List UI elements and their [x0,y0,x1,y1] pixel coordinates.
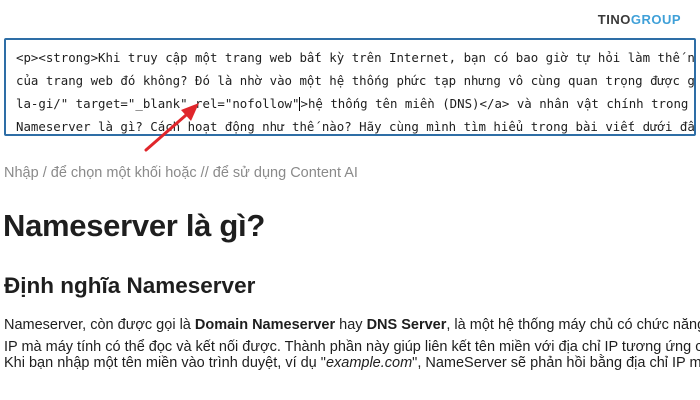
code-content[interactable]: <p><strong>Khi truy cập một trang web bấ… [16,46,696,134]
paragraph-example[interactable]: Khi bạn nhập một tên miền vào trình duyệ… [4,352,700,374]
code-line-1: <p><strong>Khi truy cập một trang web bấ… [16,50,696,65]
text-run: hay [335,317,367,333]
code-line-2: của trang web đó không? Đó là nhờ vào mộ… [16,73,696,88]
logo-accent-text: GROUP [630,12,681,27]
text-run: , là một hệ thống máy chủ có chức năng c… [446,317,700,333]
heading-nameserver[interactable]: Nameserver là gì? [3,208,265,244]
code-line-4: Nameserver là gì? Cách hoạt động như thế… [16,119,696,134]
code-line-3-before-caret: la-gi/" target="_blank" rel="nofollow" [16,96,300,111]
bold-term: DNS Server [366,317,447,333]
text-run: ", NameServer sẽ phản hồi bằng địa chỉ I… [412,355,700,371]
tinogroup-logo: TINOGROUP [598,12,681,27]
code-line-3-after-caret: >hệ thống tên miền (DNS)</a> và nhân vật… [300,96,696,111]
heading-definition[interactable]: Định nghĩa Nameserver [4,273,255,299]
paragraph-line: Nameserver, còn được gọi là Domain Names… [4,314,700,336]
bold-term: Domain Nameserver [194,317,336,333]
logo-text: TINO [597,12,631,27]
italic-term: example.com [325,355,413,371]
text-run: Nameserver, còn được gọi là [4,317,195,333]
block-placeholder[interactable]: Nhập / để chọn một khối hoặc // để sử dụ… [4,165,358,181]
code-line-3: la-gi/" target="_blank" rel="nofollow">h… [16,92,696,115]
text-run: Khi bạn nhập một tên miền vào trình duyệ… [4,355,326,371]
html-code-editor[interactable]: <p><strong>Khi truy cập một trang web bấ… [4,38,696,136]
